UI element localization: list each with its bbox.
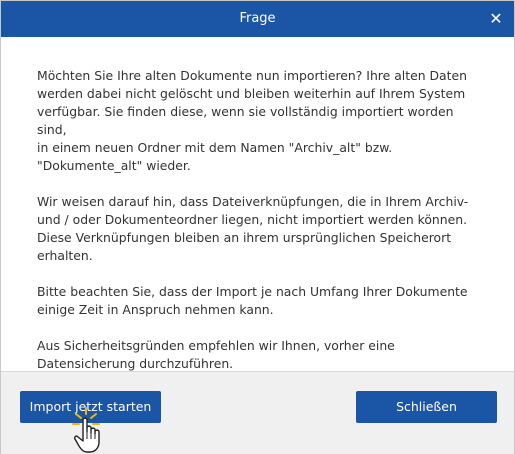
dialog-title: Frage bbox=[239, 11, 276, 26]
question-dialog: Frage ✕ Möchten Sie Ihre alten Dokumente… bbox=[0, 0, 515, 454]
message-paragraph-3: Bitte beachten Sie, dass der Import je n… bbox=[37, 284, 468, 317]
message-paragraph-4: Aus Sicherheitsgründen empfehlen wir Ihn… bbox=[37, 338, 395, 371]
message-paragraph-2: Wir weisen darauf hin, dass Dateiverknüp… bbox=[37, 194, 469, 263]
dialog-message: Möchten Sie Ihre alten Dokumente nun imp… bbox=[37, 67, 483, 391]
import-start-button[interactable]: Import jetzt starten bbox=[20, 391, 161, 423]
dialog-titlebar: Frage ✕ bbox=[1, 1, 514, 37]
close-button[interactable]: Schließen bbox=[356, 391, 497, 423]
close-icon[interactable]: ✕ bbox=[478, 1, 514, 37]
message-paragraph-1: Möchten Sie Ihre alten Dokumente nun imp… bbox=[37, 68, 467, 173]
dialog-footer: Import jetzt starten Schließen bbox=[1, 371, 514, 454]
